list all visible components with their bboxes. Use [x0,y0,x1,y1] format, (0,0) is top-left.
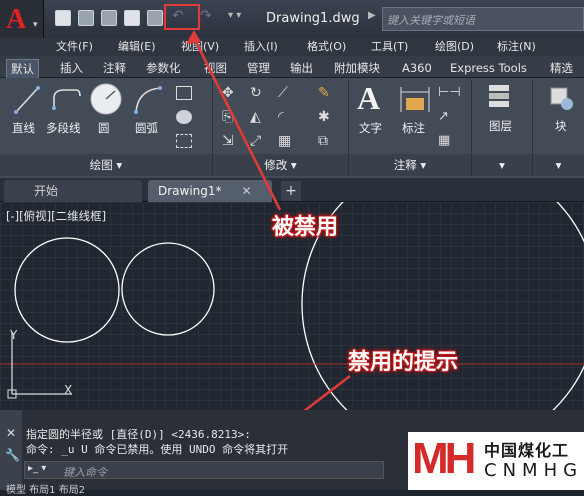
watermark-name: 中国煤化工 [484,441,570,460]
command-prompt-icon[interactable]: ▸_ ▾ [28,463,46,474]
command-placeholder: 键入命令 [63,466,107,479]
watermark-code: CNMHG [484,460,584,481]
hint-callout: 禁用的提示 [348,350,459,375]
layout-tabs[interactable]: 模型 布局1 布局2 [6,481,206,496]
command-disabled-message: 命令: _u U 命令已禁用。使用 UNDO 命令将其打开 [26,443,289,456]
wrench-icon[interactable]: 🔧 [5,448,20,462]
command-input[interactable]: 键入命令 [24,461,384,479]
close-icon[interactable]: ✕ [6,426,16,440]
disabled-callout: 被禁用 [272,215,339,240]
watermark-logo: MH [412,434,476,483]
command-history-line: 指定圆的半径或 [直径(D)] <2436.8213>: [26,428,251,441]
